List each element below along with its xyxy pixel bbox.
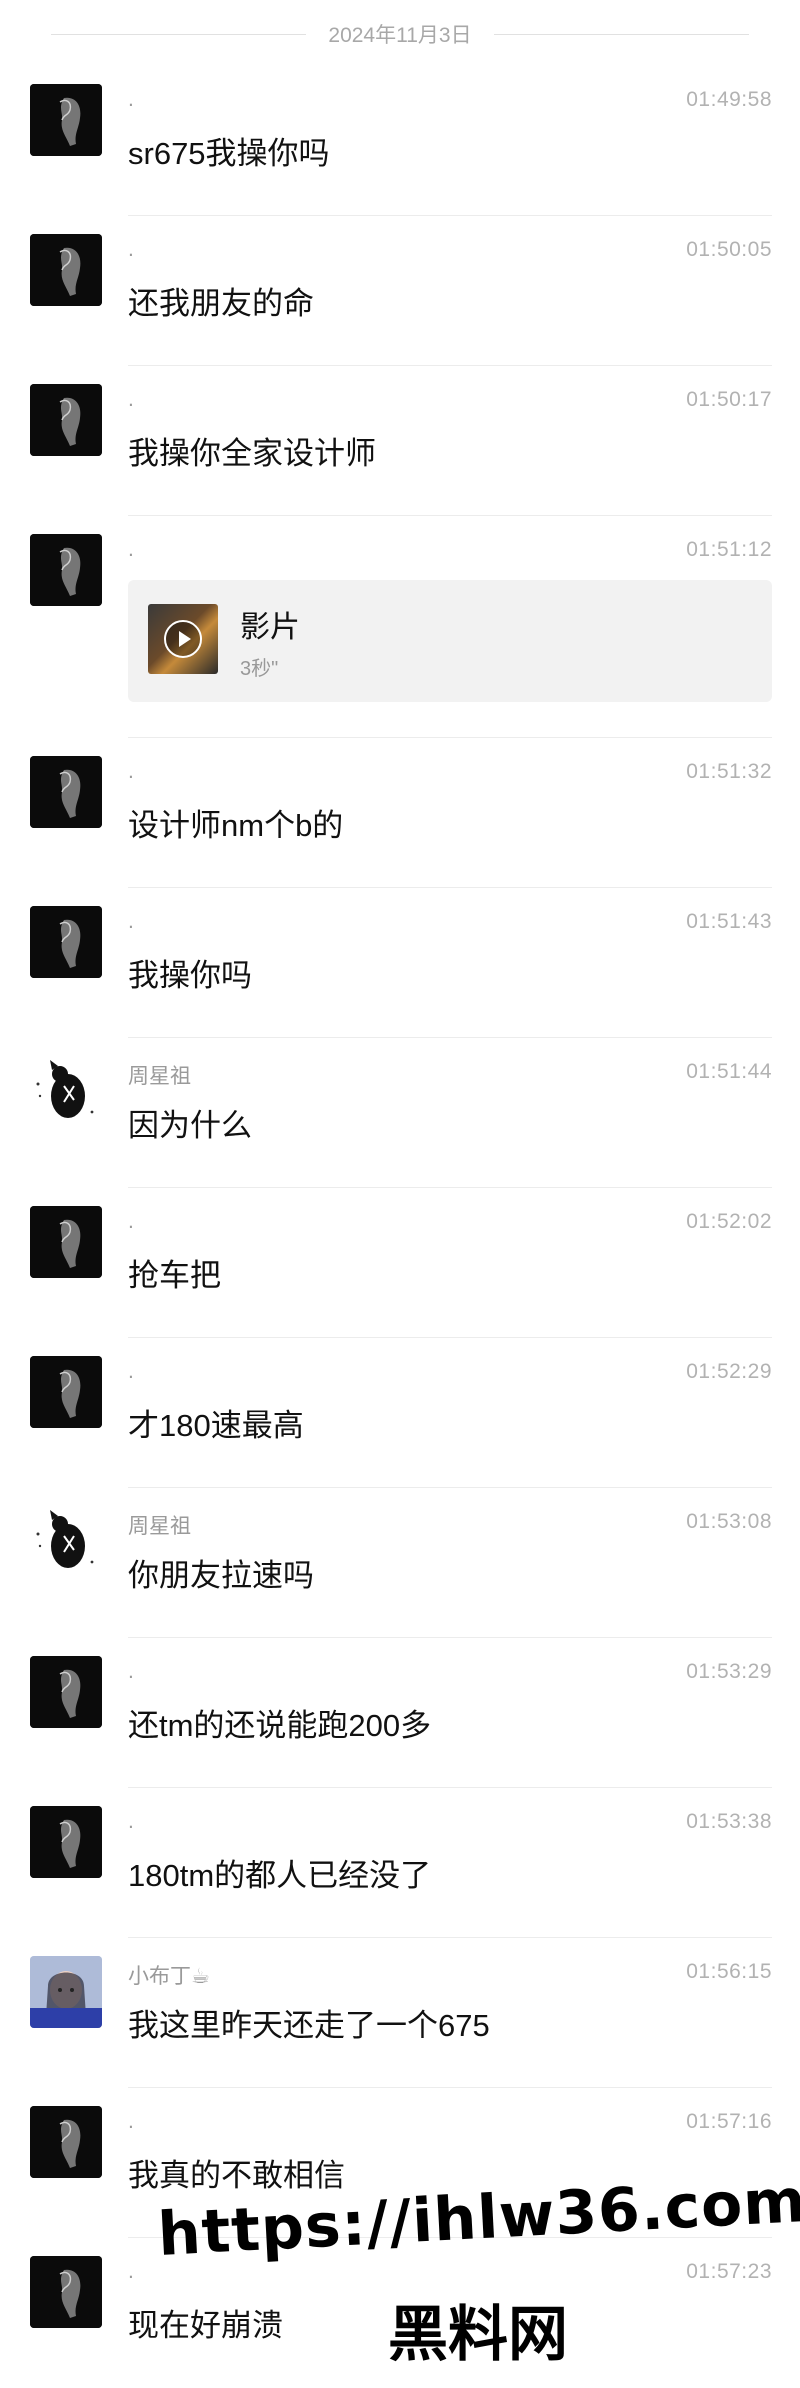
sender-name[interactable]: 周星祖 [128,1060,191,1090]
sender-name[interactable]: . [128,2260,134,2284]
sender-name[interactable]: . [128,238,134,262]
dark-avatar[interactable] [30,756,102,828]
sender-name[interactable]: . [128,1810,134,1834]
sender-name[interactable]: . [128,910,134,934]
date-divider: 2024年11月3日 [0,14,800,54]
chat-message[interactable]: . 01:50:17 我操你全家设计师 [0,366,800,516]
message-text[interactable]: 我操你全家设计师 [128,428,376,473]
chat-message[interactable]: . 01:51:43 我操你吗 [0,888,800,1038]
sender-name[interactable]: 周星祖 [128,1510,191,1540]
cat-avatar[interactable] [30,1506,102,1578]
video-duration: 3秒" [240,658,279,680]
message-text[interactable]: 现在好崩溃 [128,2300,283,2345]
sender-name[interactable]: . [128,1360,134,1384]
chat-message[interactable]: . 01:52:29 才180速最高 [0,1338,800,1488]
dark-avatar[interactable] [30,1206,102,1278]
message-time: 01:57:23 [686,2260,772,2283]
message-time: 01:53:38 [686,1810,772,1833]
dark-avatar[interactable] [30,1656,102,1728]
chat-message[interactable]: 周星祖 01:53:08 你朋友拉速吗 [0,1488,800,1638]
sender-name[interactable]: . [128,538,134,562]
message-text[interactable]: 还我朋友的命 [128,278,314,323]
message-text[interactable]: 我这里昨天还走了一个675 [128,2000,490,2045]
message-time: 01:51:43 [686,910,772,933]
dark-avatar[interactable] [30,2256,102,2328]
dark-avatar[interactable] [30,2106,102,2178]
dark-avatar[interactable] [30,384,102,456]
chat-message[interactable]: . 01:53:29 还tm的还说能跑200多 [0,1638,800,1788]
girl-avatar[interactable] [30,1956,102,2028]
message-time: 01:53:08 [686,1510,772,1533]
video-title: 影片 [240,611,300,644]
dark-avatar[interactable] [30,906,102,978]
dark-avatar[interactable] [30,84,102,156]
message-time: 01:56:15 [686,1960,772,1983]
message-text[interactable]: 180tm的都人已经没了 [128,1850,431,1895]
message-time: 01:51:12 [686,538,772,561]
message-time: 01:50:17 [686,388,772,411]
message-text[interactable]: 你朋友拉速吗 [128,1550,314,1595]
message-text[interactable]: 抢车把 [128,1250,221,1295]
chat-message[interactable]: . 01:57:16 我真的不敢相信 [0,2088,800,2238]
divider-line-left [51,33,307,35]
message-time: 01:51:32 [686,760,772,783]
message-time: 01:50:05 [686,238,772,261]
message-text[interactable]: 设计师nm个b的 [128,800,343,845]
chat-message[interactable]: . 01:51:12 影片 3秒" [0,516,800,738]
message-time: 01:51:44 [686,1060,772,1083]
sender-name[interactable]: . [128,760,134,784]
date-label: 2024年11月3日 [328,24,472,47]
dark-avatar[interactable] [30,534,102,606]
message-time: 01:57:16 [686,2110,772,2133]
play-icon[interactable] [164,620,202,658]
chat-message[interactable]: . 01:53:38 180tm的都人已经没了 [0,1788,800,1938]
cat-avatar[interactable] [30,1056,102,1128]
video-thumbnail[interactable] [148,604,218,674]
message-time: 01:49:58 [686,88,772,111]
chat-message[interactable]: . 01:49:58 sr675我操你吗 [0,66,800,216]
chat-message[interactable]: . 01:50:05 还我朋友的命 [0,216,800,366]
message-text[interactable]: sr675我操你吗 [128,128,330,173]
sender-name[interactable]: . [128,88,134,112]
sender-name[interactable]: . [128,388,134,412]
sender-name[interactable]: . [128,2110,134,2134]
message-text[interactable]: 我操你吗 [128,950,252,995]
message-time: 01:53:29 [686,1660,772,1683]
chat-message[interactable]: . 01:51:32 设计师nm个b的 [0,738,800,888]
chat-message[interactable]: 小布丁☕ 01:56:15 我这里昨天还走了一个675 [0,1938,800,2088]
message-time: 01:52:29 [686,1360,772,1383]
sender-name[interactable]: 小布丁☕ [128,1960,210,1990]
dark-avatar[interactable] [30,1806,102,1878]
dark-avatar[interactable] [30,1356,102,1428]
message-text[interactable]: 我真的不敢相信 [128,2150,345,2195]
video-message-card[interactable]: 影片 3秒" [128,580,772,702]
message-text[interactable]: 因为什么 [128,1100,252,1145]
chat-message[interactable]: . 01:57:23 现在好崩溃 [0,2238,800,2388]
message-text[interactable]: 才180速最高 [128,1400,304,1445]
chat-message[interactable]: 周星祖 01:51:44 因为什么 [0,1038,800,1188]
message-text[interactable]: 还tm的还说能跑200多 [128,1700,431,1745]
sender-name[interactable]: . [128,1210,134,1234]
divider-line-right [493,33,749,35]
sender-name[interactable]: . [128,1660,134,1684]
dark-avatar[interactable] [30,234,102,306]
chat-message[interactable]: . 01:52:02 抢车把 [0,1188,800,1338]
message-time: 01:52:02 [686,1210,772,1233]
